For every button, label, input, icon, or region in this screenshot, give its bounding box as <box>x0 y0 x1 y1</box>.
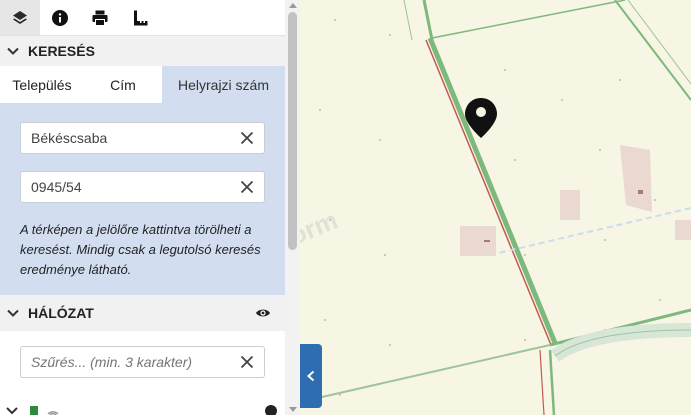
settlement-field <box>20 122 265 154</box>
close-icon[interactable] <box>240 355 254 369</box>
scrollbar-thumb[interactable] <box>288 12 297 250</box>
search-section-header[interactable]: KERESÉS <box>0 36 285 66</box>
close-icon[interactable] <box>240 131 254 145</box>
sidebar-toolbar <box>0 0 285 36</box>
tab-parcel-number[interactable]: Helyrajzi szám <box>162 66 285 103</box>
parcel-number-field <box>20 171 265 203</box>
settlement-input[interactable] <box>21 123 241 153</box>
parcel-search-form: A térképen a jelölőre kattintva törölhet… <box>0 103 285 295</box>
eye-icon[interactable] <box>255 305 271 321</box>
network-filter-field <box>20 346 265 378</box>
chevron-down-icon <box>7 47 19 55</box>
network-section-header[interactable]: HÁLÓZAT <box>0 295 285 331</box>
layer-color-swatch <box>30 406 38 415</box>
close-icon[interactable] <box>240 180 254 194</box>
sidebar-panel: KERESÉS Település Cím Helyrajzi szám A t… <box>0 0 285 415</box>
sidebar-scrollbar[interactable] <box>285 0 300 415</box>
layers-icon <box>13 10 27 24</box>
scroll-down-arrow-icon[interactable] <box>289 407 297 412</box>
measure-icon <box>134 10 148 25</box>
tab-address[interactable]: Cím <box>84 66 162 103</box>
info-tool-button[interactable] <box>40 0 80 35</box>
scroll-up-arrow-icon[interactable] <box>289 3 297 8</box>
search-hint-text: A térképen a jelölőre kattintva törölhet… <box>20 222 261 277</box>
measure-tool-button[interactable] <box>120 0 160 35</box>
map-view[interactable]: Agroinform <box>300 0 691 415</box>
network-layer-row[interactable] <box>0 404 285 415</box>
print-tool-button[interactable] <box>80 0 120 35</box>
info-icon <box>52 9 68 26</box>
search-section-title: KERESÉS <box>28 43 95 59</box>
chevron-down-icon <box>6 407 18 415</box>
network-filter-input[interactable] <box>21 347 241 377</box>
map-canvas[interactable] <box>300 0 691 415</box>
layers-tool-button[interactable] <box>0 0 40 35</box>
parcel-number-input[interactable] <box>21 172 241 202</box>
chevron-left-icon <box>307 370 315 382</box>
wifi-icon <box>47 411 59 415</box>
tab-settlement[interactable]: Település <box>0 66 84 103</box>
layer-settings-icon[interactable] <box>265 405 277 415</box>
chevron-down-icon <box>7 309 19 317</box>
search-tabs: Település Cím Helyrajzi szám <box>0 66 285 103</box>
network-filter-area <box>0 331 285 381</box>
print-icon <box>92 10 108 26</box>
network-section-title: HÁLÓZAT <box>28 305 94 321</box>
collapse-sidebar-button[interactable] <box>300 344 322 408</box>
